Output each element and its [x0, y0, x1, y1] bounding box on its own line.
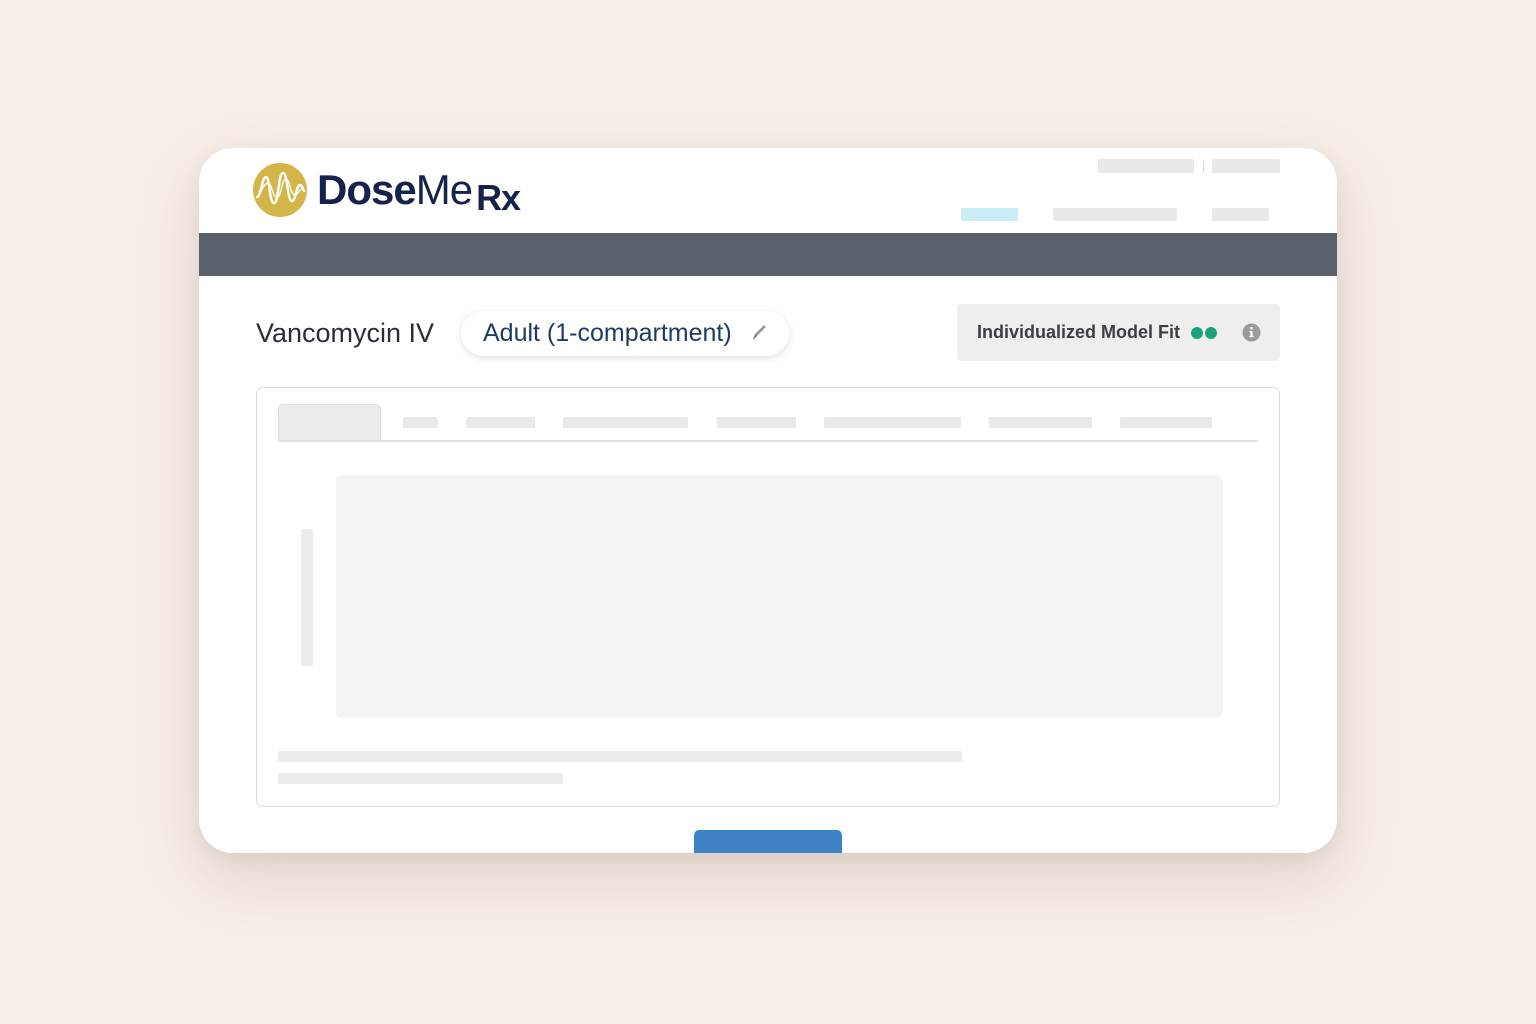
chart-y-axis-placeholder	[301, 529, 313, 666]
tab-placeholder-4[interactable]	[563, 417, 688, 428]
model-label: Adult (1-compartment)	[483, 319, 732, 347]
tab-placeholder-6[interactable]	[824, 417, 961, 428]
text-line-placeholder-1	[278, 751, 962, 762]
secondary-navbar	[199, 233, 1337, 276]
model-fit-status-dots	[1191, 326, 1219, 339]
status-dot	[1191, 326, 1204, 339]
nav-item-placeholder-3[interactable]	[1212, 208, 1269, 221]
app-window: Dose Me Rx Vancomycin IV Adult (1-compar…	[199, 148, 1337, 853]
utility-link-placeholder-2[interactable]	[1212, 159, 1280, 173]
nav-item-active-placeholder[interactable]	[961, 208, 1018, 221]
utility-link-placeholder-1[interactable]	[1098, 159, 1194, 173]
tab-placeholder-2[interactable]	[403, 417, 438, 428]
brand-name-rx: Rx	[476, 177, 521, 218]
dosing-panel	[256, 387, 1280, 807]
model-selector[interactable]: Adult (1-compartment)	[461, 311, 789, 356]
utility-divider	[1203, 160, 1204, 172]
text-line-placeholder-2	[278, 773, 563, 784]
tab-placeholder-5[interactable]	[717, 417, 796, 428]
pencil-icon[interactable]	[749, 322, 769, 344]
tab-placeholder-3[interactable]	[466, 417, 535, 428]
tab-placeholder-7[interactable]	[989, 417, 1092, 428]
tab-underline	[278, 440, 1258, 442]
nav-item-placeholder-2[interactable]	[1053, 208, 1177, 221]
primary-action-button[interactable]	[694, 830, 842, 853]
drug-title: Vancomycin IV	[256, 318, 435, 348]
tab-placeholder-8[interactable]	[1120, 417, 1212, 428]
brand-name-dose: Dose	[317, 166, 417, 213]
chart-placeholder	[336, 475, 1223, 718]
model-fit-indicator: Individualized Model Fit	[957, 304, 1280, 361]
model-fit-label: Individualized Model Fit	[977, 322, 1181, 342]
tab-active-placeholder[interactable]	[278, 404, 381, 441]
brand-name: Dose Me Rx	[317, 166, 521, 216]
info-icon[interactable]	[1242, 323, 1261, 342]
dosemerx-logo[interactable]: Dose Me Rx	[253, 163, 521, 217]
app-header: Dose Me Rx	[199, 148, 1337, 233]
waveform-circle-icon	[253, 163, 307, 217]
status-dot	[1205, 326, 1218, 339]
brand-name-me: Me	[415, 166, 473, 213]
